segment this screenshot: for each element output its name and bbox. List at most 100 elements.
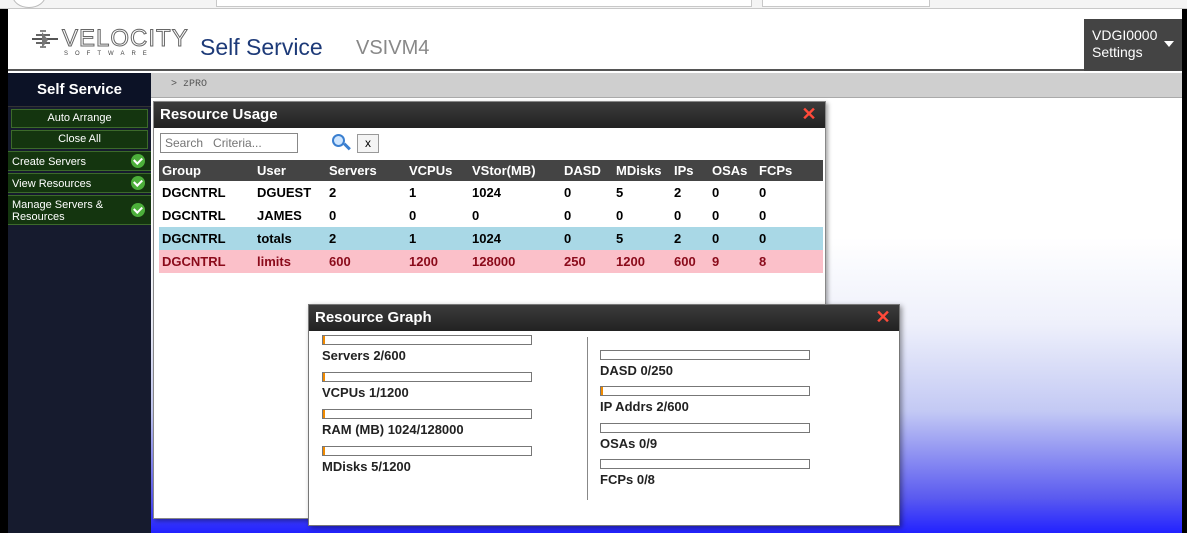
table-cell: 1024	[469, 227, 561, 250]
table-cell: 9	[709, 250, 756, 273]
sidebar-item-label: View Resources	[12, 178, 92, 190]
search-input[interactable]	[160, 133, 298, 153]
usage-label: FCPs 0/8	[600, 472, 655, 487]
table-cell: 0	[756, 227, 823, 250]
table-row[interactable]: DGCNTRL DGUEST 2 1 1024 0 5 2 0 0	[159, 181, 823, 204]
usage-bar-fill	[601, 387, 603, 395]
totals-row[interactable]: DGCNTRL totals 2 1 1024 0 5 2 0 0	[159, 227, 823, 250]
clear-search-button[interactable]: x	[357, 134, 379, 153]
graph-item-ip-addrs: IP Addrs 2/600	[600, 386, 830, 422]
search-icon[interactable]	[330, 133, 352, 153]
graph-item-servers: Servers 2/600	[322, 335, 552, 371]
table-cell: totals	[254, 227, 326, 250]
table-cell: 0	[709, 227, 756, 250]
browser-address-bar[interactable]	[216, 0, 752, 7]
table-cell: 2	[329, 185, 337, 200]
table-cell: 2	[674, 185, 682, 200]
table-cell: 128000	[469, 250, 561, 273]
table-header-row: Group User Servers VCPUs VStor(MB) DASD …	[159, 160, 823, 181]
usage-label: Servers 2/600	[322, 348, 406, 363]
sidebar-item-label: Create Servers	[12, 156, 86, 168]
graph-item-vcpus: VCPUs 1/1200	[322, 372, 552, 408]
column-header[interactable]: VStor(MB)	[469, 160, 561, 181]
table-cell: 0	[616, 208, 624, 223]
graph-item-mdisks: MDisks 5/1200	[322, 446, 552, 482]
column-header[interactable]: Servers	[326, 160, 406, 181]
screen: VELOCITY SOFTWARE Self Service VSIVM4 VD…	[0, 0, 1187, 533]
table-cell: limits	[254, 250, 326, 273]
table-cell: 0	[472, 208, 480, 223]
app-title: Self Service	[200, 34, 323, 60]
usage-bar	[600, 459, 810, 469]
table-cell: 0	[409, 208, 417, 223]
table-cell: 0	[329, 208, 337, 223]
resource-usage-table: Group User Servers VCPUs VStor(MB) DASD …	[159, 160, 823, 273]
column-header[interactable]: OSAs	[709, 160, 756, 181]
column-header[interactable]: IPs	[671, 160, 709, 181]
column-header[interactable]: MDisks	[613, 160, 671, 181]
browser-toolbar	[0, 0, 1187, 9]
breadcrumb[interactable]: > zPRO	[151, 73, 1182, 98]
table-cell: 1200	[406, 250, 469, 273]
table-cell: DGCNTRL	[162, 185, 226, 200]
usage-bar	[600, 386, 810, 396]
window-title: Resource Usage	[160, 106, 278, 123]
column-header[interactable]: Group	[159, 160, 254, 181]
expand-icon	[131, 176, 145, 190]
close-all-button[interactable]: Close All	[11, 130, 148, 149]
table-cell: 250	[561, 250, 613, 273]
app-header: VELOCITY SOFTWARE Self Service VSIVM4 VD…	[8, 9, 1182, 71]
expand-icon	[131, 203, 145, 217]
usage-label: OSAs 0/9	[600, 436, 658, 451]
usage-label: VCPUs 1/1200	[322, 385, 409, 400]
sidebar-item-create-servers[interactable]: Create Servers	[8, 151, 151, 171]
table-cell: 0	[759, 185, 767, 200]
column-header[interactable]: DASD	[561, 160, 613, 181]
table-cell: 5	[616, 185, 624, 200]
sidebar-item-label: Manage Servers & Resources	[12, 199, 104, 223]
table-cell: 0	[564, 208, 572, 223]
column-header[interactable]: VCPUs	[406, 160, 469, 181]
frame-right-edge	[1182, 9, 1187, 533]
usage-bar	[600, 423, 810, 433]
sidebar-title: Self Service	[8, 73, 151, 107]
usage-bar-fill	[323, 373, 325, 381]
table-cell: DGCNTRL	[159, 250, 254, 273]
table-cell: 0	[712, 208, 720, 223]
resource-graph-window: Resource Graph ✕ Servers 2/600 VCPUs 1/1…	[308, 304, 900, 526]
user-settings-menu[interactable]: VDGI0000 Settings	[1084, 19, 1182, 71]
window-title: Resource Graph	[315, 309, 432, 326]
limits-row[interactable]: DGCNTRL limits 600 1200 128000 250 1200 …	[159, 250, 823, 273]
frame-left-edge	[0, 9, 8, 533]
table-cell: 1	[409, 185, 417, 200]
usage-bar-fill	[323, 410, 325, 418]
table-cell: DGCNTRL	[162, 208, 226, 223]
usage-label: RAM (MB) 1024/128000	[322, 422, 464, 437]
auto-arrange-button[interactable]: Auto Arrange	[11, 109, 148, 128]
graph-item-osas: OSAs 0/9	[600, 423, 830, 459]
graph-divider	[587, 337, 588, 500]
table-cell: DGCNTRL	[159, 227, 254, 250]
window-titlebar[interactable]: Resource Usage ✕	[154, 102, 825, 128]
usage-bar	[322, 335, 532, 345]
table-cell: 0	[759, 208, 767, 223]
usage-bar-fill	[323, 447, 325, 455]
table-row[interactable]: DGCNTRL JAMES 0 0 0 0 0 0 0 0	[159, 204, 823, 227]
velocity-logo: VELOCITY SOFTWARE	[32, 25, 192, 57]
table-cell: 0	[674, 208, 682, 223]
usage-bar	[322, 446, 532, 456]
close-icon[interactable]: ✕	[801, 105, 817, 123]
search-row: x	[154, 128, 825, 160]
sidebar-item-view-resources[interactable]: View Resources	[8, 173, 151, 193]
table-cell: 1200	[613, 250, 671, 273]
chevron-down-icon	[1164, 41, 1174, 47]
sidebar-item-manage-servers[interactable]: Manage Servers & Resources	[8, 195, 151, 225]
window-titlebar[interactable]: Resource Graph ✕	[309, 305, 899, 331]
browser-back-button[interactable]	[12, 0, 46, 8]
close-icon[interactable]: ✕	[875, 308, 891, 326]
column-header[interactable]: User	[254, 160, 326, 181]
column-header[interactable]: FCPs	[756, 160, 823, 181]
browser-search-bar[interactable]	[762, 0, 930, 7]
table-cell: 0	[561, 227, 613, 250]
graph-item-ram: RAM (MB) 1024/128000	[322, 409, 552, 445]
